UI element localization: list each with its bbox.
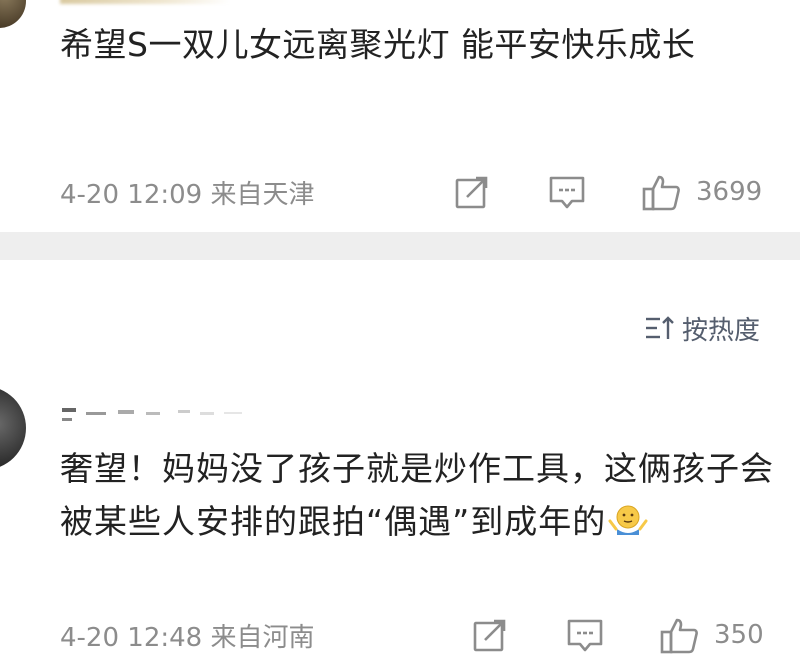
timestamp: 4-20 12:09 来自天津 [60,179,315,210]
avatar[interactable] [0,0,26,28]
reply-button[interactable] [548,170,586,214]
share-button[interactable] [454,170,490,214]
share-button[interactable] [472,613,508,657]
share-icon [473,619,506,652]
comment-feed: 希望S一双儿女远离聚光灯 能平安快乐成长 4-20 12:09 来自天津 369… [0,0,800,664]
comment-text: 奢望！妈妈没了孩子就是炒作工具，这俩孩子会被某些人安排的跟拍“偶遇”到成年的 [60,449,774,541]
reply-button[interactable] [566,613,604,657]
sort-label: 按热度 [681,315,760,346]
sort-toggle[interactable]: 按热度 [644,310,760,346]
comment-item: 希望S一双儿女远离聚光灯 能平安快乐成长 4-20 12:09 来自天津 369… [0,0,800,232]
comment-meta: 4-20 12:09 来自天津 3699 [60,170,770,214]
avatar[interactable] [0,386,26,470]
username-blurred [60,0,230,4]
share-icon [455,176,488,209]
sort-icon [645,316,674,339]
like-button[interactable]: 3699 [642,170,762,214]
like-icon [660,618,698,654]
like-icon [642,175,680,211]
comment-icon [567,619,603,652]
like-count: 3699 [696,177,763,207]
comment-text: 希望S一双儿女远离聚光灯 能平安快乐成长 [60,25,696,64]
like-count: 350 [714,620,764,650]
section-divider [0,232,800,260]
timestamp: 4-20 12:48 来自河南 [60,622,315,653]
like-button[interactable]: 350 [660,613,764,657]
comment-meta: 4-20 12:48 来自河南 350 [60,613,770,657]
username-blurred [62,408,242,421]
shrug-emoji [608,505,648,535]
comment-icon [549,176,585,209]
